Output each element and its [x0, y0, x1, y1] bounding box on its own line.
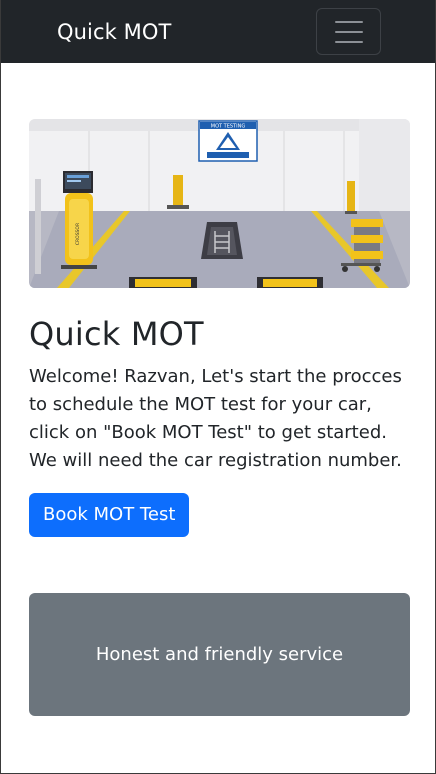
navbar-toggler-button[interactable] — [316, 8, 381, 55]
hamburger-menu-icon — [334, 20, 363, 43]
book-mot-test-button[interactable]: Book MOT Test — [29, 492, 190, 537]
top-navbar: Quick MOT — [1, 0, 435, 63]
page: Quick MOT MOT TESTING CROSSOR Quick MOT … — [0, 0, 436, 774]
welcome-text: Welcome! Razvan, Let's start the procces… — [29, 365, 402, 471]
page-title: Quick MOT — [29, 315, 204, 353]
navbar-brand[interactable]: Quick MOT — [57, 20, 171, 44]
main-content: MOT TESTING CROSSOR Quick MOT Welcome! R… — [1, 63, 435, 716]
sign-title: MOT TESTING — [211, 124, 246, 130]
console-brand: CROSSOR — [75, 223, 81, 245]
feature-text: Honest and friendly service — [95, 643, 344, 665]
mot-garage-image: MOT TESTING CROSSOR — [29, 119, 410, 288]
feature-card: Honest and friendly service — [29, 592, 410, 716]
